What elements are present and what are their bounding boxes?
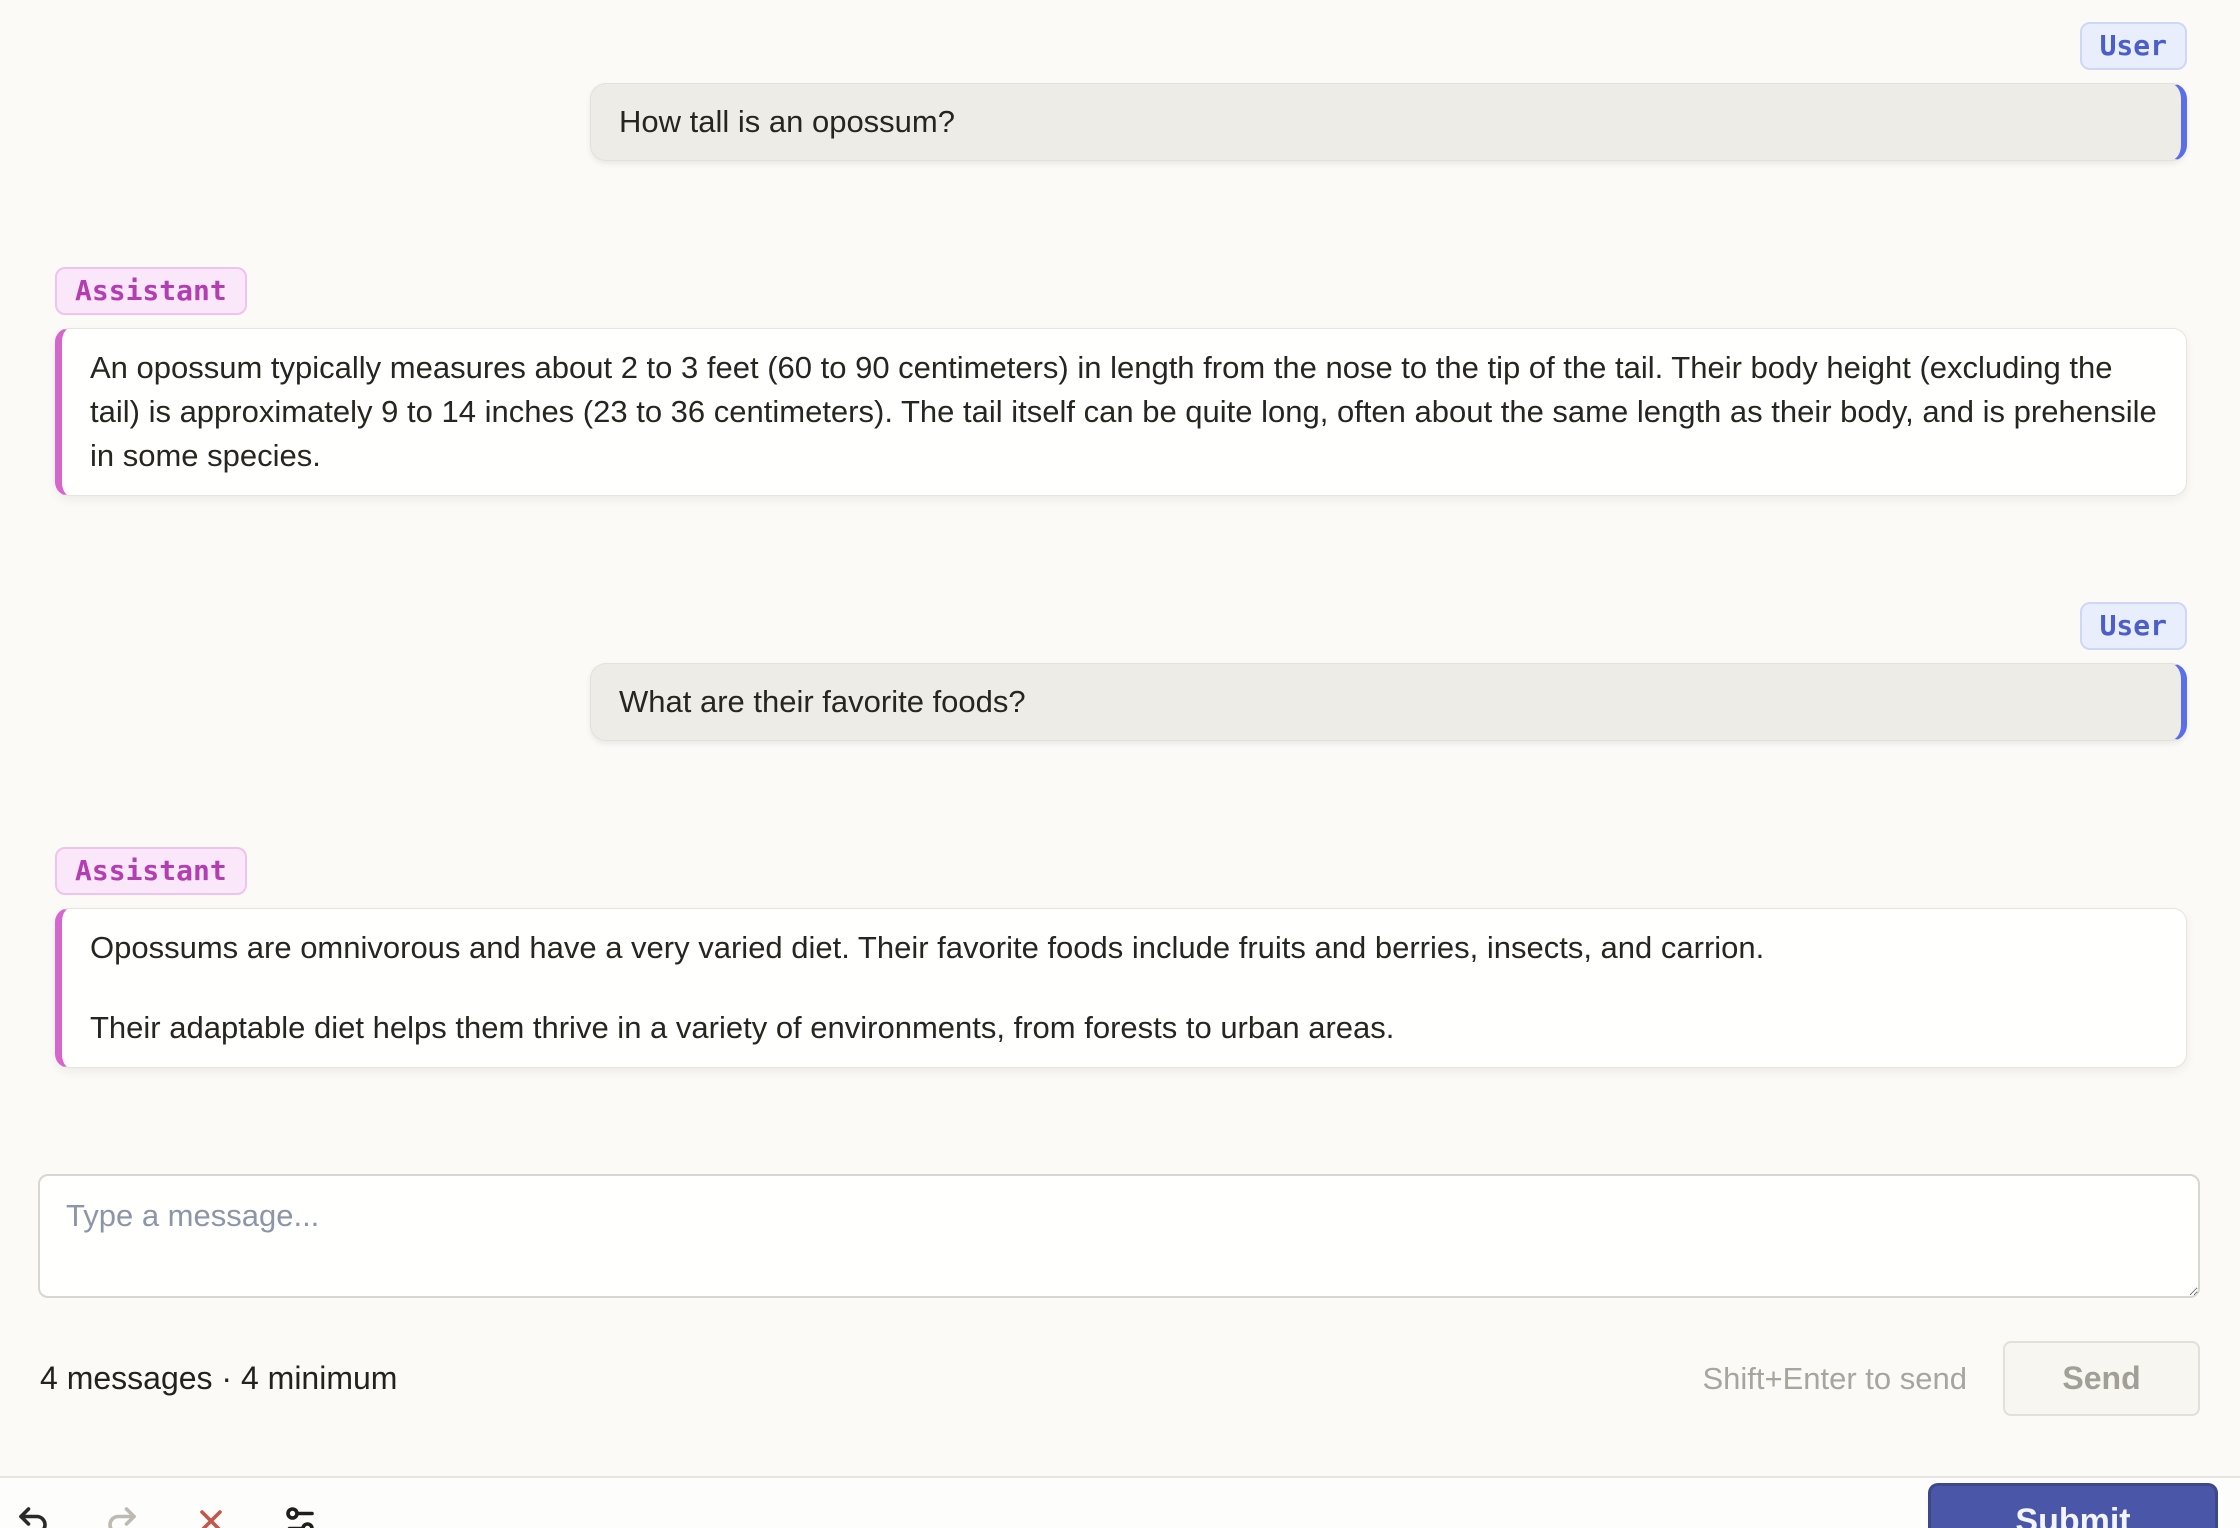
message-row-user: User How tall is an opossum? bbox=[55, 22, 2187, 161]
send-button[interactable]: Send bbox=[2003, 1341, 2200, 1416]
message-row-user: User What are their favorite foods? bbox=[55, 602, 2187, 741]
chat-transcript: User How tall is an opossum? Assistant A… bbox=[0, 0, 2240, 1068]
user-message-bubble: What are their favorite foods? bbox=[590, 663, 2187, 741]
clear-icon bbox=[193, 1503, 229, 1528]
role-badge-assistant: Assistant bbox=[55, 847, 247, 895]
composer-footer: 4 messages · 4 minimum Shift+Enter to se… bbox=[40, 1341, 2200, 1416]
user-message-bubble: How tall is an opossum? bbox=[590, 83, 2187, 161]
role-badge-user: User bbox=[2079, 22, 2187, 70]
assistant-message-text: Their adaptable diet helps them thrive i… bbox=[90, 1010, 1395, 1045]
message-input[interactable] bbox=[38, 1174, 2200, 1298]
send-shortcut-hint: Shift+Enter to send bbox=[1702, 1360, 1967, 1396]
settings-button[interactable] bbox=[278, 1499, 322, 1528]
redo-icon bbox=[104, 1503, 140, 1528]
undo-icon bbox=[15, 1503, 51, 1528]
role-badge-assistant: Assistant bbox=[55, 267, 247, 315]
message-count-status: 4 messages · 4 minimum bbox=[40, 1360, 398, 1396]
assistant-message-text: An opossum typically measures about 2 to… bbox=[90, 350, 2157, 473]
composer bbox=[38, 1174, 2202, 1303]
assistant-message-text: Opossums are omnivorous and have a very … bbox=[90, 930, 1765, 965]
submit-button[interactable]: Submit bbox=[1928, 1483, 2218, 1528]
assistant-message-bubble: An opossum typically measures about 2 to… bbox=[55, 328, 2187, 496]
role-badge-user: User bbox=[2079, 602, 2187, 650]
bottom-toolbar: Submit bbox=[0, 1476, 2240, 1528]
user-message-text: How tall is an opossum? bbox=[619, 104, 955, 139]
assistant-message-bubble: Opossums are omnivorous and have a very … bbox=[55, 908, 2187, 1068]
settings-icon bbox=[282, 1503, 318, 1528]
composer-footer-right: Shift+Enter to send Send bbox=[1702, 1341, 2200, 1416]
clear-button[interactable] bbox=[189, 1499, 233, 1528]
undo-button[interactable] bbox=[11, 1499, 55, 1528]
redo-button[interactable] bbox=[100, 1499, 144, 1528]
message-row-assistant: Assistant Opossums are omnivorous and ha… bbox=[55, 847, 2187, 1068]
user-message-text: What are their favorite foods? bbox=[619, 684, 1026, 719]
message-row-assistant: Assistant An opossum typically measures … bbox=[55, 267, 2187, 496]
